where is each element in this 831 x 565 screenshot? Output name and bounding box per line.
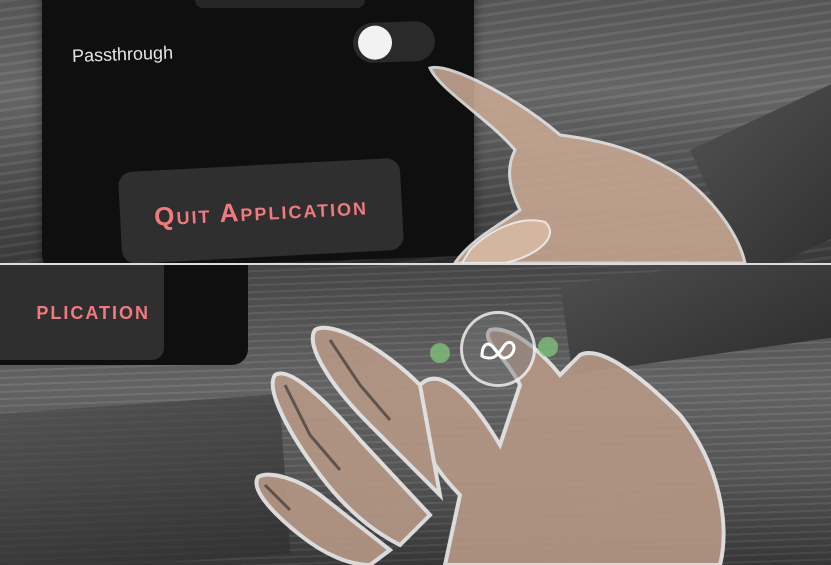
meta-menu-button[interactable] (460, 311, 536, 387)
open-hand (254, 325, 726, 565)
top-view: Passthrough Quit Application (0, 0, 831, 263)
meta-logo-icon (480, 340, 516, 360)
bottom-view: plication (0, 265, 831, 565)
pointing-hand (427, 65, 747, 263)
